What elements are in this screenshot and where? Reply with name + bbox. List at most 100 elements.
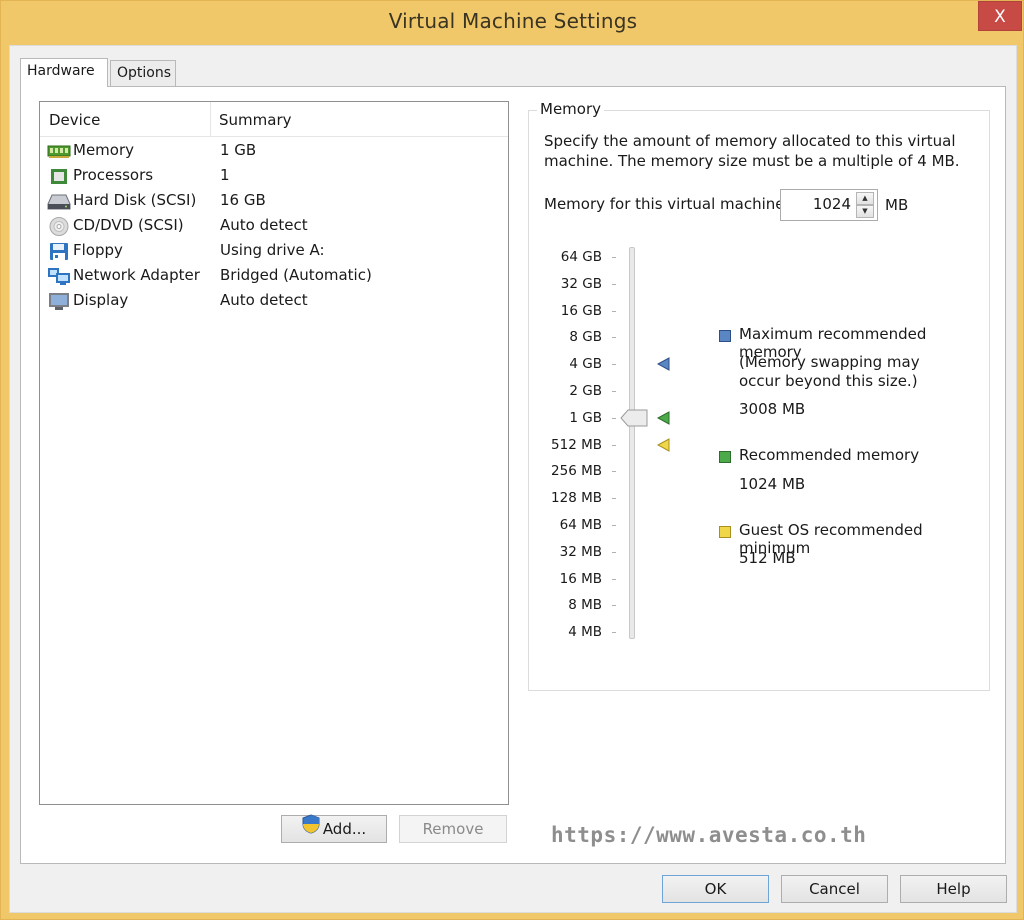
- device-list[interactable]: Device Summary Memory 1 GB Processors 1 …: [39, 101, 509, 805]
- spin-up-button[interactable]: ▲: [856, 192, 874, 205]
- column-header-device[interactable]: Device: [49, 111, 100, 129]
- device-row-network-adapter[interactable]: Network Adapter Bridged (Automatic): [40, 264, 508, 289]
- tab-hardware[interactable]: Hardware: [20, 58, 108, 87]
- scale-label: 16 MB: [559, 570, 602, 587]
- cd-dvd-icon: [47, 217, 71, 236]
- device-summary: 1 GB: [220, 141, 257, 159]
- scale-tick: [612, 498, 616, 500]
- processor-icon: [47, 167, 71, 186]
- window-title: Virtual Machine Settings: [388, 9, 638, 33]
- title-bar[interactable]: Virtual Machine Settings X: [1, 1, 1024, 43]
- uac-shield-icon: [302, 813, 320, 842]
- max-recommended-note-line2: occur beyond this size.): [739, 372, 918, 390]
- scale-tick: [612, 364, 616, 366]
- device-summary: Auto detect: [220, 291, 308, 309]
- device-row-memory[interactable]: Memory 1 GB: [40, 139, 508, 164]
- scale-label: 512 MB: [551, 436, 602, 453]
- device-list-header: Device Summary: [40, 102, 508, 137]
- scale-label: 64 MB: [559, 517, 602, 533]
- cancel-button[interactable]: Cancel: [781, 875, 888, 903]
- scale-tick: [612, 283, 616, 285]
- network-adapter-icon: [47, 267, 71, 286]
- spin-down-button[interactable]: ▼: [856, 205, 874, 218]
- device-summary: Using drive A:: [220, 241, 325, 259]
- guest-minimum-marker-icon: [656, 437, 671, 452]
- scale-label: 256 MB: [551, 463, 602, 480]
- scale-tick: [612, 551, 616, 553]
- memory-icon: [47, 142, 71, 161]
- scale-label: 32 GB: [560, 275, 602, 292]
- device-name: Network Adapter: [73, 266, 200, 284]
- scale-label: 8 MB: [568, 597, 602, 614]
- recommended-marker-icon: [656, 410, 671, 425]
- memory-slider[interactable]: 64 GB 32 GB 16 GB 8 GB 4 GB 2 GB 1 GB 512 MB 256…: [529, 247, 689, 647]
- memory-group: Memory Specify the amount of memory allo…: [528, 100, 990, 691]
- device-summary: 16 GB: [220, 191, 266, 209]
- scale-label: 16 GB: [560, 302, 602, 319]
- floppy-icon: [47, 242, 71, 261]
- scale-tick: [612, 632, 616, 634]
- dialog-client-area: Hardware Options Device Summary Memory 1…: [9, 45, 1017, 913]
- recommended-label: Recommended memory: [739, 446, 920, 464]
- scale-tick: [612, 417, 616, 419]
- scale-tick: [612, 578, 616, 580]
- max-recommended-marker-icon: [656, 357, 671, 372]
- scale-label: 64 GB: [560, 249, 602, 265]
- guest-minimum-value: 512 MB: [739, 549, 796, 567]
- close-button[interactable]: X: [978, 1, 1022, 31]
- tab-options[interactable]: Options: [110, 60, 176, 86]
- memory-value-input[interactable]: 1024: [813, 195, 851, 213]
- memory-field-label: Memory for this virtual machine:: [544, 195, 790, 213]
- memory-group-title: Memory: [537, 100, 605, 118]
- scale-tick: [612, 471, 616, 473]
- device-name: Floppy: [73, 241, 123, 259]
- add-button-label: Add...: [322, 820, 367, 838]
- recommended-value: 1024 MB: [739, 475, 806, 493]
- remove-device-button[interactable]: Remove: [399, 815, 507, 843]
- slider-thumb[interactable]: [620, 409, 648, 427]
- scale-label: 2 GB: [569, 383, 602, 399]
- device-name: Hard Disk (SCSI): [73, 191, 197, 209]
- device-row-display[interactable]: Display Auto detect: [40, 289, 508, 314]
- scale-tick: [612, 605, 616, 607]
- scale-tick: [612, 444, 616, 446]
- device-name: CD/DVD (SCSI): [73, 216, 184, 234]
- device-row-cd-dvd[interactable]: CD/DVD (SCSI) Auto detect: [40, 214, 508, 239]
- device-summary: Auto detect: [220, 216, 308, 234]
- scale-tick: [612, 391, 616, 392]
- memory-spinbox[interactable]: 1024 ▲ ▼: [780, 189, 878, 221]
- device-summary: 1: [220, 166, 230, 184]
- max-recommended-note-line1: (Memory swapping may: [739, 353, 920, 371]
- scale-label: 32 MB: [559, 543, 602, 560]
- device-row-processors[interactable]: Processors 1: [40, 164, 508, 189]
- add-device-button[interactable]: Add...: [281, 813, 387, 843]
- hardware-tab-panel: Device Summary Memory 1 GB Processors 1 …: [20, 86, 1006, 864]
- spin-buttons: ▲ ▼: [856, 192, 874, 218]
- recommended-swatch-icon: [719, 451, 731, 463]
- column-header-summary[interactable]: Summary: [219, 111, 292, 129]
- scale-label: 8 GB: [569, 329, 602, 346]
- max-recommended-swatch-icon: [719, 330, 731, 342]
- scale-label: 128 MB: [551, 490, 602, 507]
- scale-tick: [612, 525, 616, 526]
- scale-label: 1 GB: [569, 409, 602, 426]
- watermark-url: https://www.avesta.co.th: [551, 823, 867, 847]
- help-button[interactable]: Help: [900, 875, 1007, 903]
- device-name: Display: [73, 291, 129, 309]
- scale-tick: [612, 257, 616, 258]
- device-name: Processors: [73, 166, 154, 184]
- vm-settings-window: Virtual Machine Settings X Hardware Opti…: [0, 0, 1024, 920]
- column-separator[interactable]: [210, 102, 211, 137]
- max-recommended-value: 3008 MB: [739, 400, 806, 418]
- device-row-hard-disk[interactable]: Hard Disk (SCSI) 16 GB: [40, 189, 508, 214]
- memory-description: Specify the amount of memory allocated t…: [544, 132, 960, 170]
- hard-disk-icon: [47, 192, 71, 211]
- ok-button[interactable]: OK: [662, 875, 769, 903]
- scale-label: 4 MB: [568, 624, 602, 641]
- scale-tick: [612, 310, 616, 312]
- device-row-floppy[interactable]: Floppy Using drive A:: [40, 239, 508, 264]
- scale-label: 4 GB: [569, 356, 602, 373]
- slider-track[interactable]: [629, 247, 635, 639]
- display-icon: [47, 292, 71, 311]
- scale-tick: [612, 337, 616, 339]
